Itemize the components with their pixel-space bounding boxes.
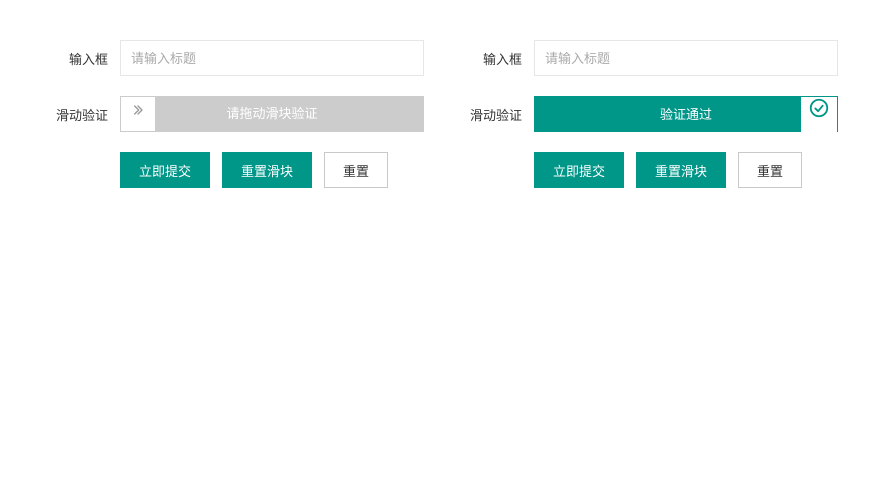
submit-button[interactable]: 立即提交 xyxy=(534,152,624,188)
button-row: 立即提交 重置滑块 重置 xyxy=(534,152,838,188)
slider-row: 滑动验证 请拖动滑块验证 xyxy=(50,96,424,132)
input-label: 输入框 xyxy=(50,49,120,68)
slide-verify[interactable]: 请拖动滑块验证 xyxy=(120,96,424,132)
check-circle-icon xyxy=(808,97,830,133)
button-row: 立即提交 重置滑块 重置 xyxy=(120,152,424,188)
form-right: 输入框 滑动验证 验证通过 xyxy=(464,40,838,188)
input-row: 输入框 xyxy=(464,40,838,76)
title-input[interactable] xyxy=(534,40,838,76)
slider-thumb[interactable] xyxy=(120,96,156,132)
form-left: 输入框 滑动验证 请拖动滑块验证 xyxy=(50,40,424,188)
slider-label: 滑动验证 xyxy=(464,105,534,124)
reset-button[interactable]: 重置 xyxy=(324,152,388,188)
slider-text: 验证通过 xyxy=(660,107,712,122)
reset-slider-button[interactable]: 重置滑块 xyxy=(636,152,726,188)
slider-text: 请拖动滑块验证 xyxy=(226,106,317,121)
input-row: 输入框 xyxy=(50,40,424,76)
reset-button[interactable]: 重置 xyxy=(738,152,802,188)
slide-verify-success: 验证通过 xyxy=(534,96,838,132)
reset-slider-button[interactable]: 重置滑块 xyxy=(222,152,312,188)
slider-row: 滑动验证 验证通过 xyxy=(464,96,838,132)
chevron-double-right-icon xyxy=(130,96,146,132)
success-indicator xyxy=(801,97,837,133)
title-input[interactable] xyxy=(120,40,424,76)
slider-label: 滑动验证 xyxy=(50,105,120,124)
submit-button[interactable]: 立即提交 xyxy=(120,152,210,188)
input-label: 输入框 xyxy=(464,49,534,68)
